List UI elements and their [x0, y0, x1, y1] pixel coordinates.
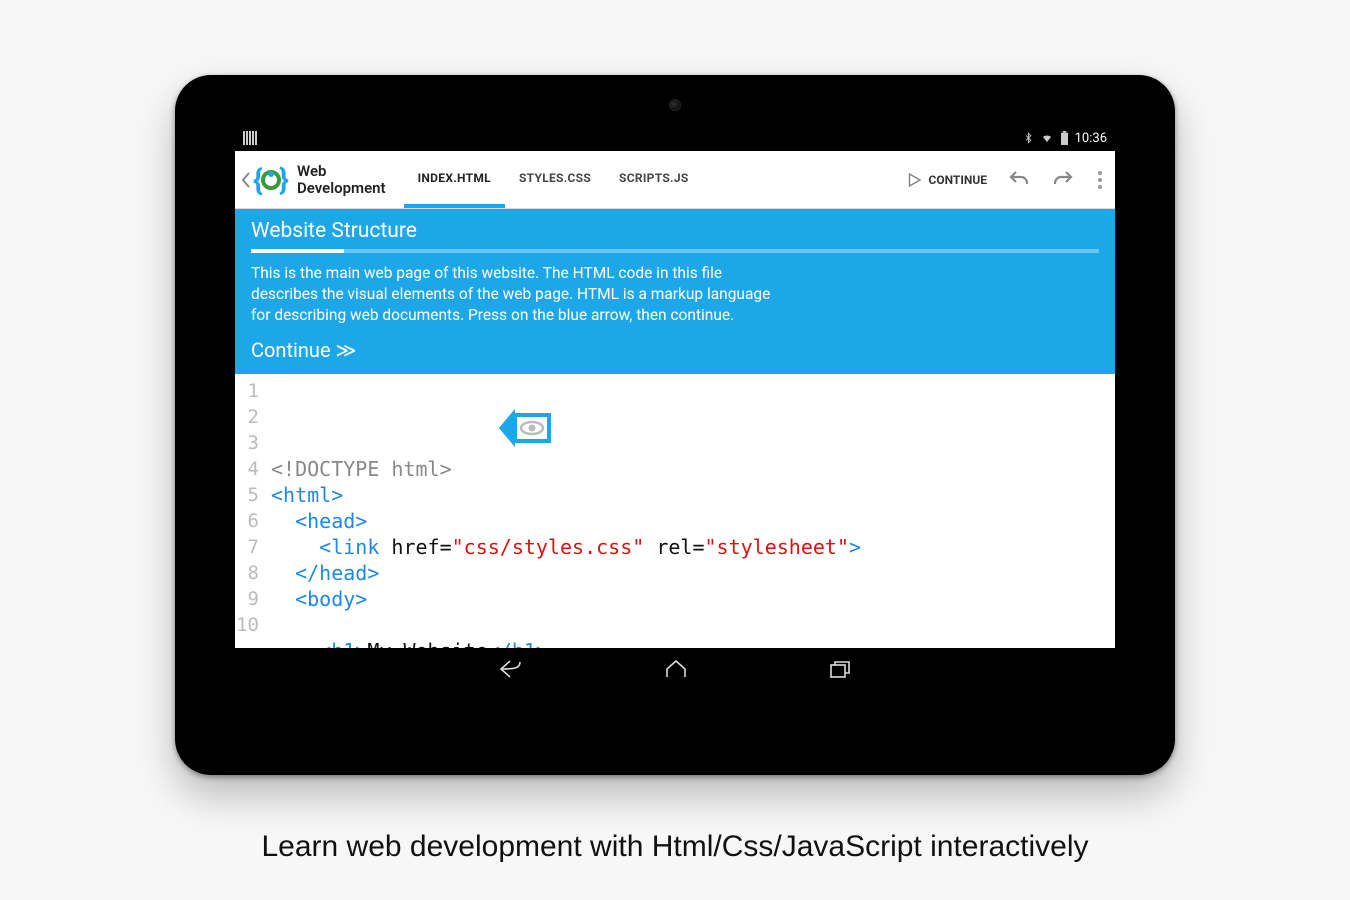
- promo-caption: Learn web development with Html/Css/Java…: [0, 830, 1350, 864]
- file-tabs: INDEX.HTMLSTYLES.CSSSCRIPTS.JS: [404, 151, 703, 208]
- code-line[interactable]: </head>: [271, 560, 861, 586]
- lesson-title: Website Structure: [251, 219, 1099, 243]
- lesson-progress-bar: [251, 249, 1099, 253]
- app-header: { } Web Development INDEX.HTMLSTYLES.CSS…: [235, 151, 1115, 209]
- code-line[interactable]: <link href="css/styles.css" rel="stylesh…: [271, 534, 861, 560]
- nav-home-button[interactable]: [664, 659, 688, 683]
- app-logo-icon: { }: [251, 160, 291, 200]
- play-icon: [905, 171, 923, 189]
- wifi-icon: [1040, 132, 1054, 144]
- lesson-continue-link[interactable]: Continue ≫: [251, 338, 1099, 362]
- svg-text:}: }: [279, 163, 289, 198]
- tablet-screen: 10:36 { } Web Development I: [235, 125, 1115, 715]
- menu-stripes-icon: [243, 131, 257, 145]
- tablet-frame: 10:36 { } Web Development I: [175, 75, 1175, 775]
- undo-icon: [1007, 168, 1031, 192]
- statusbar-time: 10:36: [1075, 131, 1107, 146]
- android-navbar: [235, 648, 1115, 694]
- code-line[interactable]: <!DOCTYPE html>: [271, 456, 861, 482]
- line-gutter: 12345678910: [235, 374, 265, 648]
- redo-button[interactable]: [1041, 158, 1085, 202]
- code-line[interactable]: [271, 612, 861, 638]
- lesson-description: This is the main web page of this websit…: [251, 263, 771, 326]
- overflow-menu-button[interactable]: [1085, 171, 1115, 189]
- redo-icon: [1051, 168, 1075, 192]
- code-line[interactable]: <body>: [271, 586, 861, 612]
- tablet-camera: [669, 99, 681, 111]
- battery-icon: [1060, 131, 1069, 145]
- app-title-line1: Web: [297, 163, 386, 180]
- android-statusbar: 10:36: [235, 125, 1115, 151]
- app-title: Web Development: [297, 163, 386, 196]
- undo-button[interactable]: [997, 158, 1041, 202]
- back-chevron-icon: [241, 171, 251, 189]
- nav-recents-button[interactable]: [828, 659, 852, 683]
- code-area[interactable]: <!DOCTYPE html><html> <head> <link href=…: [265, 374, 861, 648]
- continue-button[interactable]: CONTINUE: [895, 171, 998, 189]
- hint-arrow-icon[interactable]: [379, 383, 555, 479]
- code-line[interactable]: <html>: [271, 482, 861, 508]
- code-editor[interactable]: 12345678910 <!DOCTYPE html><html> <head>…: [235, 374, 1115, 648]
- tab-index-html[interactable]: INDEX.HTML: [404, 151, 505, 208]
- tab-styles-css[interactable]: STYLES.CSS: [505, 151, 605, 208]
- back-logo-area[interactable]: { } Web Development: [235, 160, 394, 200]
- nav-back-button[interactable]: [498, 658, 524, 684]
- app-title-line2: Development: [297, 180, 386, 197]
- bluetooth-icon: [1023, 131, 1034, 145]
- tab-scripts-js[interactable]: SCRIPTS.JS: [605, 151, 702, 208]
- code-line[interactable]: <h1>My Website</h1>: [271, 638, 861, 648]
- continue-button-label: CONTINUE: [929, 173, 988, 187]
- code-line[interactable]: <head>: [271, 508, 861, 534]
- lesson-panel: Website Structure This is the main web p…: [235, 209, 1115, 374]
